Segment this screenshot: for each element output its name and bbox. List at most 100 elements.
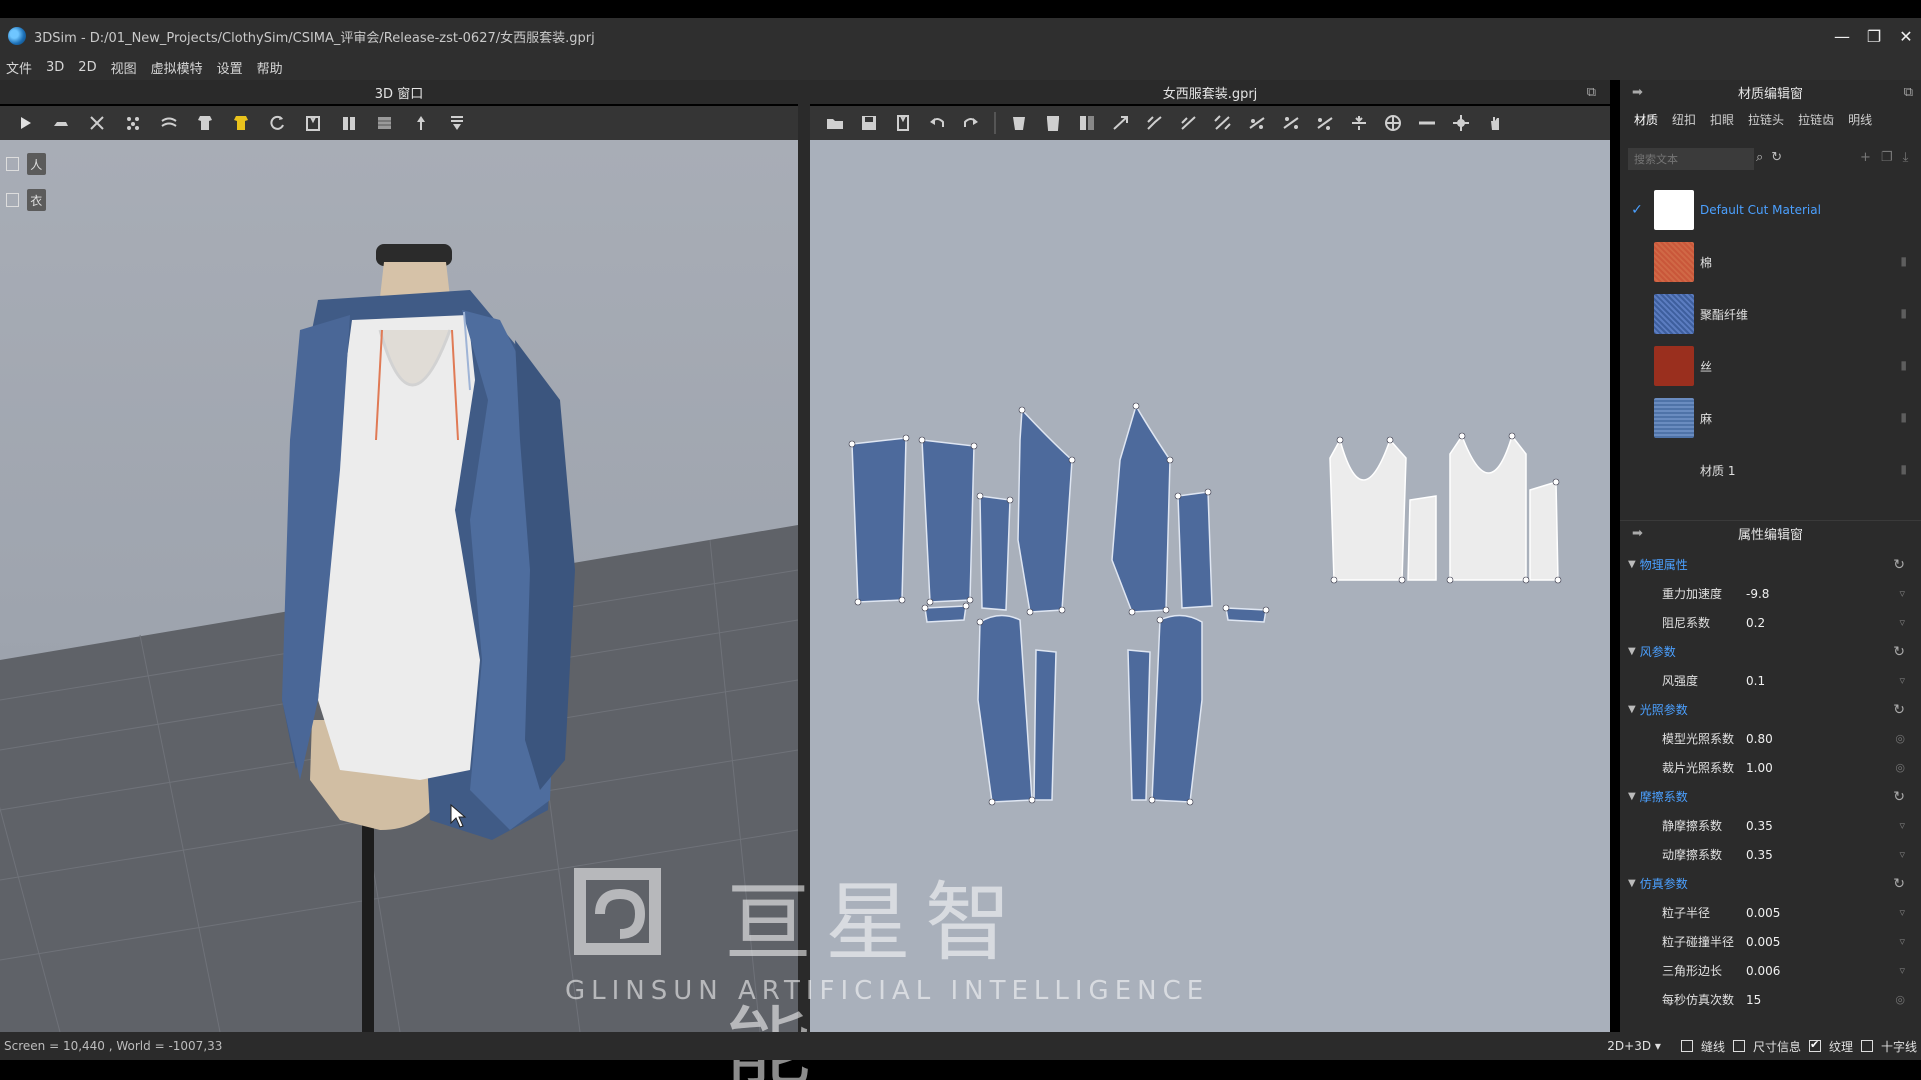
material-item[interactable]: 材质 1 ▮ bbox=[1620, 444, 1921, 496]
tab-button[interactable]: 纽扣 bbox=[1672, 111, 1696, 128]
hand-tool-button[interactable] bbox=[1480, 110, 1510, 136]
dropdown-icon[interactable]: ▿ bbox=[1899, 587, 1905, 600]
add-icon[interactable]: + bbox=[1860, 150, 1871, 165]
pattern-piece-back-right[interactable] bbox=[921, 439, 975, 603]
property-row[interactable]: 裁片光照系数 1.00 ◎ bbox=[1620, 753, 1921, 782]
reset-icon[interactable]: ↻ bbox=[1893, 557, 1905, 573]
close-button[interactable]: ✕ bbox=[1897, 27, 1915, 46]
property-row[interactable]: 阻尼系数 0.2 ▿ bbox=[1620, 608, 1921, 637]
property-row[interactable]: 粒子碰撞半径 0.005 ▿ bbox=[1620, 927, 1921, 956]
popout-icon[interactable]: ⧉ bbox=[1587, 85, 1596, 100]
seam-checkbox[interactable] bbox=[1680, 1040, 1693, 1052]
maximize-button[interactable]: ❐ bbox=[1865, 27, 1883, 46]
pattern-piece-sleeve-left-1[interactable] bbox=[977, 614, 1033, 803]
view3d-viewport[interactable]: 人 衣 bbox=[0, 140, 798, 1032]
tab-topstitch[interactable]: 明线 bbox=[1848, 111, 1872, 128]
menu-2d[interactable]: 2D bbox=[78, 60, 96, 75]
dropdown-icon[interactable]: ▿ bbox=[1899, 906, 1905, 919]
menu-avatar[interactable]: 虚拟模特 bbox=[151, 58, 203, 77]
delete-icon[interactable]: ▮ bbox=[1900, 306, 1907, 320]
material-item[interactable]: 棉 ▮ bbox=[1620, 236, 1921, 288]
pin-tool-button[interactable] bbox=[82, 110, 112, 136]
point-tool-2-button[interactable] bbox=[1276, 110, 1306, 136]
panel-collapse-icon[interactable]: ➡ bbox=[1632, 85, 1643, 100]
open-file-button[interactable] bbox=[820, 110, 850, 136]
garment-yellow-button[interactable] bbox=[226, 110, 256, 136]
property-row[interactable]: 模型光照系数 0.80 ◎ bbox=[1620, 724, 1921, 753]
section-physics[interactable]: ▼ 物理属性 ↻ bbox=[1620, 550, 1921, 579]
section-simulation[interactable]: ▼ 仿真参数 ↻ bbox=[1620, 869, 1921, 898]
duplicate-icon[interactable]: ❐ bbox=[1881, 150, 1893, 165]
popout-icon[interactable]: ⧉ bbox=[1904, 85, 1913, 100]
pattern-piece-sleeve-right-2[interactable] bbox=[1127, 649, 1151, 801]
sort-down-button[interactable] bbox=[442, 110, 472, 136]
seam-tool-3-button[interactable] bbox=[1174, 110, 1204, 136]
section-wind[interactable]: ▼ 风参数 ↻ bbox=[1620, 637, 1921, 666]
point-tool-3-button[interactable] bbox=[1310, 110, 1340, 136]
pattern-piece-side-right[interactable] bbox=[1177, 491, 1213, 609]
iron-tool-button[interactable] bbox=[46, 110, 76, 136]
menu-3d[interactable]: 3D bbox=[46, 60, 64, 75]
tab-zipper-head[interactable]: 拉链头 bbox=[1748, 111, 1784, 128]
pattern-piece-strip-1[interactable] bbox=[924, 605, 967, 623]
pattern-piece-sleeve-left-2[interactable] bbox=[1033, 649, 1057, 801]
pattern-piece-top-front[interactable] bbox=[1329, 438, 1407, 581]
section-lighting[interactable]: ▼ 光照参数 ↻ bbox=[1620, 695, 1921, 724]
expand-tool-button[interactable] bbox=[1446, 110, 1476, 136]
pattern-piece-top-back[interactable] bbox=[1449, 434, 1527, 581]
section-friction[interactable]: ▼ 摩擦系数 ↻ bbox=[1620, 782, 1921, 811]
garment-top-button[interactable] bbox=[1004, 110, 1034, 136]
undo-button[interactable] bbox=[922, 110, 952, 136]
seam-tool-1-button[interactable] bbox=[1106, 110, 1136, 136]
panel-splitter[interactable] bbox=[798, 80, 810, 1032]
material-search-input[interactable] bbox=[1628, 148, 1754, 170]
trash-button[interactable] bbox=[1038, 110, 1068, 136]
menu-settings[interactable]: 设置 bbox=[217, 58, 243, 77]
panel-collapse-icon[interactable]: ➡ bbox=[1632, 526, 1643, 541]
menu-file[interactable]: 文件 bbox=[6, 58, 32, 77]
material-item[interactable]: ✓ Default Cut Material bbox=[1620, 184, 1921, 236]
slider-icon[interactable]: ◎ bbox=[1895, 761, 1905, 774]
fold-tool-button[interactable] bbox=[154, 110, 184, 136]
dropdown-icon[interactable]: ▿ bbox=[1899, 964, 1905, 977]
property-row[interactable]: 重力加速度 -9.8 ▿ bbox=[1620, 579, 1921, 608]
garment-gray-button[interactable] bbox=[190, 110, 220, 136]
point-tool-1-button[interactable] bbox=[1242, 110, 1272, 136]
pattern-piece-side-left[interactable] bbox=[979, 495, 1011, 611]
shirt-button[interactable] bbox=[298, 110, 328, 136]
dropdown-icon[interactable]: ▿ bbox=[1899, 674, 1905, 687]
save-button[interactable] bbox=[854, 110, 884, 136]
reset-icon[interactable]: ↻ bbox=[1893, 644, 1905, 660]
pattern-piece-top-side-1[interactable] bbox=[1407, 495, 1437, 581]
garment-visibility-checkbox[interactable] bbox=[6, 193, 19, 207]
refresh-icon[interactable]: ↻ bbox=[1771, 150, 1782, 165]
property-row[interactable]: 静摩擦系数 0.35 ▿ bbox=[1620, 811, 1921, 840]
delete-icon[interactable]: ▮ bbox=[1900, 410, 1907, 424]
delete-icon[interactable]: ▮ bbox=[1900, 254, 1907, 268]
import-icon[interactable]: ⤓ bbox=[1903, 150, 1909, 165]
scatter-tool-button[interactable] bbox=[118, 110, 148, 136]
pattern-piece-front-left[interactable] bbox=[1017, 408, 1073, 613]
dimension-checkbox[interactable] bbox=[1732, 1040, 1745, 1052]
dropdown-icon[interactable]: ▿ bbox=[1899, 616, 1905, 629]
align-tool-button[interactable] bbox=[1344, 110, 1374, 136]
delete-icon[interactable]: ▮ bbox=[1900, 358, 1907, 372]
refresh-button[interactable] bbox=[262, 110, 292, 136]
sort-up-button[interactable] bbox=[406, 110, 436, 136]
search-icon[interactable]: ⌕ bbox=[1756, 150, 1763, 165]
jacket-button[interactable] bbox=[334, 110, 364, 136]
view-mode-select[interactable]: 2D+3D ▾ bbox=[1607, 1039, 1661, 1053]
play-simulation-button[interactable] bbox=[10, 110, 40, 136]
crosshair-checkbox[interactable] bbox=[1860, 1040, 1873, 1052]
material-item[interactable]: 丝 ▮ bbox=[1620, 340, 1921, 392]
property-row[interactable]: 动摩擦系数 0.35 ▿ bbox=[1620, 840, 1921, 869]
menu-view[interactable]: 视图 bbox=[111, 58, 137, 77]
pattern-piece-top-side-2[interactable] bbox=[1529, 480, 1559, 581]
menu-help[interactable]: 帮助 bbox=[257, 58, 283, 77]
dropdown-icon[interactable]: ▿ bbox=[1899, 935, 1905, 948]
view2d-viewport[interactable] bbox=[810, 140, 1610, 1032]
fabric-pattern-button[interactable] bbox=[370, 110, 400, 136]
pattern-piece-front-right[interactable] bbox=[1111, 404, 1171, 613]
line-tool-button[interactable] bbox=[1412, 110, 1442, 136]
slider-icon[interactable]: ◎ bbox=[1895, 732, 1905, 745]
